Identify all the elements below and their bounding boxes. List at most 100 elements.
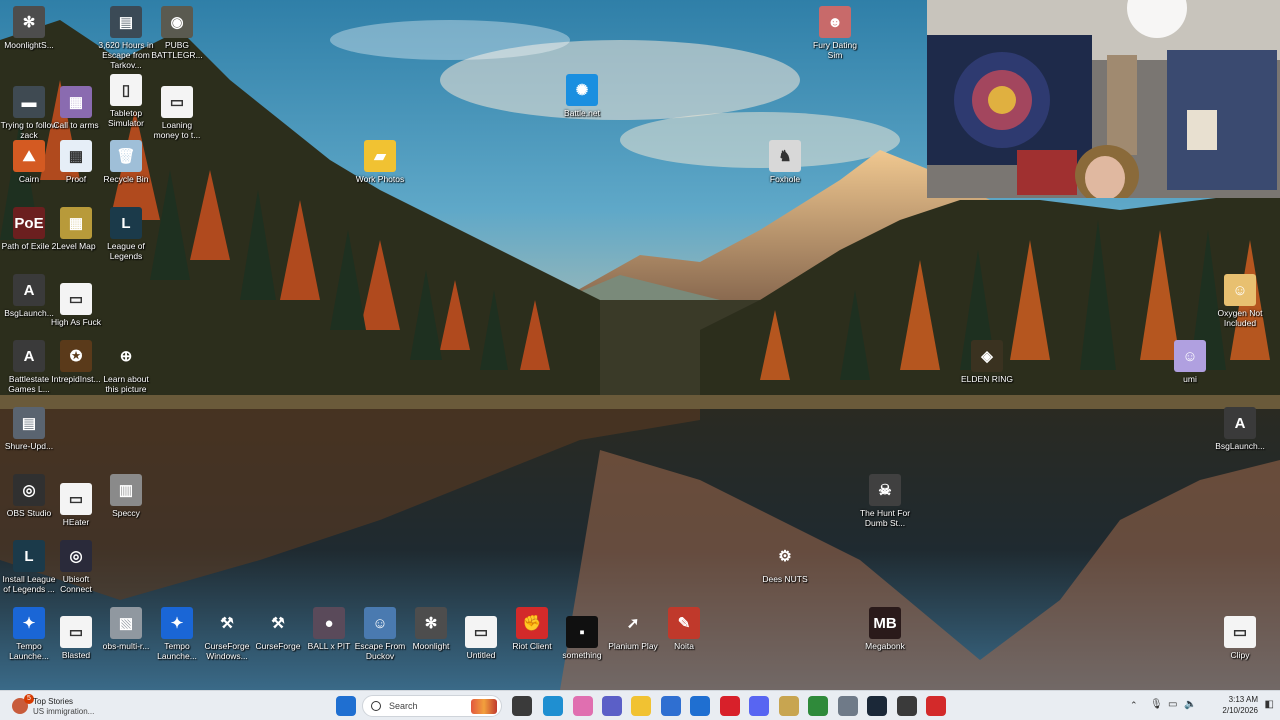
desktop-icon[interactable]: ● BALL x PIT	[300, 607, 358, 651]
task-view-icon[interactable]	[512, 696, 532, 716]
desktop-icon[interactable]: ✎ Noita	[655, 607, 713, 651]
search-placeholder: Search	[389, 701, 418, 711]
search-icon	[371, 701, 381, 711]
desktop-icon-label: Dees NUTS	[762, 574, 808, 584]
news-widget[interactable]: 5 Top Stories US immigration...	[10, 694, 120, 718]
desktop-icon[interactable]: ◎ Ubisoft Connect	[47, 540, 105, 594]
desktop-icon-label: 3,620 Hours in Escape from Tarkov...	[98, 40, 154, 70]
opera-icon[interactable]	[720, 696, 740, 716]
desktop-icon[interactable]: ☠ The Hunt For Dumb St...	[856, 474, 914, 528]
app-icon: A	[13, 274, 45, 306]
app-icon: ⚒	[220, 615, 234, 632]
desktop-icon[interactable]: ▤ Shure-Upd...	[0, 407, 58, 451]
app-icon: ▧	[110, 607, 142, 639]
desktop-icon[interactable]: ▰ Work Photos	[351, 140, 409, 184]
app-icon: ♞	[769, 140, 801, 172]
desktop-icon-label: The Hunt For Dumb St...	[859, 508, 911, 528]
app-icon: ⛰	[13, 140, 45, 172]
desktop-icon-label: Noita	[674, 641, 694, 651]
edge-icon[interactable]	[543, 696, 563, 716]
desktop-icon[interactable]: ✻ MoonlightS...	[0, 6, 58, 50]
desktop-icon[interactable]: A BsgLaunch...	[1211, 407, 1269, 451]
clock-time: 3:13 AM	[1228, 695, 1258, 704]
steam-icon[interactable]	[867, 696, 887, 716]
desktop-icon[interactable]: ▪ something	[553, 616, 611, 660]
desktop-icon[interactable]: ⊕ Learn about this picture	[97, 340, 155, 394]
app-icon: ▭	[60, 616, 92, 648]
app-icon: ✻	[13, 6, 45, 38]
desktop-icon[interactable]: L League of Legends	[97, 207, 155, 261]
desktop-icon[interactable]: ☺ Oxygen Not Included	[1211, 274, 1269, 328]
app-icon: ◎	[13, 474, 45, 506]
desktop-icon[interactable]: ⚒ CurseForge Windows...	[198, 607, 256, 661]
app-icon: A	[1224, 407, 1256, 439]
desktop-icon[interactable]: ☺ Escape From Duckov	[351, 607, 409, 661]
desktop-icon-label: BsgLaunch...	[1215, 441, 1265, 451]
desktop-icon[interactable]: ▭ Loaning money to t...	[148, 86, 206, 140]
network-icon[interactable]: ▭	[1168, 699, 1177, 710]
copilot-icon[interactable]	[573, 696, 593, 716]
chevron-up-icon[interactable]: ⌃	[1130, 700, 1138, 711]
app-icon: ☺	[1174, 340, 1206, 372]
app-icon: ▭	[60, 483, 92, 515]
desktop-icon[interactable]: ◈ ELDEN RING	[958, 340, 1016, 384]
desktop-icon[interactable]: ✺ Battle.net	[553, 74, 611, 118]
store-icon[interactable]	[661, 696, 681, 716]
app-icon: ☺	[1224, 274, 1256, 306]
app-icon: ▭	[465, 616, 497, 648]
desktop-icon[interactable]: ☺ umi	[1161, 340, 1219, 384]
desktop-icon-label: BALL x PIT	[307, 641, 351, 651]
clock[interactable]: 3:13 AM 2/10/2026	[1222, 694, 1258, 716]
app-icon: ▦	[60, 207, 92, 239]
desktop-icon[interactable]: ♞ Foxhole	[756, 140, 814, 184]
desktop-icon-label: HEater	[62, 517, 90, 527]
teams-icon[interactable]	[602, 696, 622, 716]
volume-icon[interactable]: 🔈	[1184, 699, 1196, 710]
app-icon: PoE	[13, 207, 45, 239]
desktop-icon-label: something	[562, 650, 602, 660]
taskbar-search[interactable]: Search	[362, 695, 502, 717]
desktop-icon[interactable]: ▭ Clipy	[1211, 616, 1269, 660]
settings-icon[interactable]	[838, 696, 858, 716]
file-explorer-icon[interactable]	[631, 696, 651, 716]
taskbar: 5 Top Stories US immigration... Search ⌃…	[0, 690, 1280, 720]
desktop-icon[interactable]: ▥ Speccy	[97, 474, 155, 518]
desktop-icon[interactable]: MB Megabonk	[856, 607, 914, 651]
notifications-icon[interactable]: ◧	[1265, 699, 1274, 710]
app-icon: ▭	[1224, 616, 1256, 648]
app-icon: ⊕	[119, 348, 133, 365]
league-icon[interactable]	[779, 696, 799, 716]
riot-icon[interactable]	[926, 696, 946, 716]
desktop-icon-label: Battle.net	[564, 108, 600, 118]
desktop-icon[interactable]: ▭ Untitled	[452, 616, 510, 660]
desktop-icon-label: Escape From Duckov	[354, 641, 406, 661]
desktop-icon[interactable]: ☻ Fury Dating Sim	[806, 6, 864, 60]
desktop-icon[interactable]: 🗑 Recycle Bin	[97, 140, 155, 184]
search-highlight-icon	[471, 699, 497, 714]
desktop-icon-label: Megabonk	[865, 641, 905, 651]
app-icon: ✦	[13, 607, 45, 639]
desktop-icon[interactable]: ⚙ Dees NUTS	[756, 540, 814, 584]
news-title: Top Stories	[33, 697, 74, 706]
desktop-icon[interactable]: ▧ obs-multi-r...	[97, 607, 155, 651]
desktop-icon-label: Tabletop Simulator	[108, 108, 144, 128]
desktop-icon-label: umi	[1183, 374, 1197, 384]
tarkov-icon[interactable]	[897, 696, 917, 716]
desktop-icon[interactable]: ▭ High As Fuck	[47, 283, 105, 327]
app-icon: ◈	[971, 340, 1003, 372]
desktop-icon[interactable]: ⚒ CurseForge	[249, 607, 307, 651]
discord-icon[interactable]	[749, 696, 769, 716]
app-icon: ✦	[161, 607, 193, 639]
nvidia-icon[interactable]	[808, 696, 828, 716]
app-icon: ▤	[13, 407, 45, 439]
microphone-icon[interactable]: 🎙	[1150, 699, 1163, 710]
desktop-icon-label: Recycle Bin	[103, 174, 149, 184]
desktop-icon-label: Speccy	[112, 508, 140, 518]
desktop-icon[interactable]: ➚ Planium Play	[604, 607, 662, 651]
desktop-icon[interactable]: ▤ 3,620 Hours in Escape from Tarkov...	[97, 6, 155, 70]
start-button[interactable]	[336, 696, 356, 716]
desktop-icon[interactable]: ▯ Tabletop Simulator	[97, 74, 155, 128]
desktop-icon[interactable]: ◉ PUBG BATTLEGR...	[148, 6, 206, 60]
app-icon: ▰	[364, 140, 396, 172]
outlook-icon[interactable]	[690, 696, 710, 716]
